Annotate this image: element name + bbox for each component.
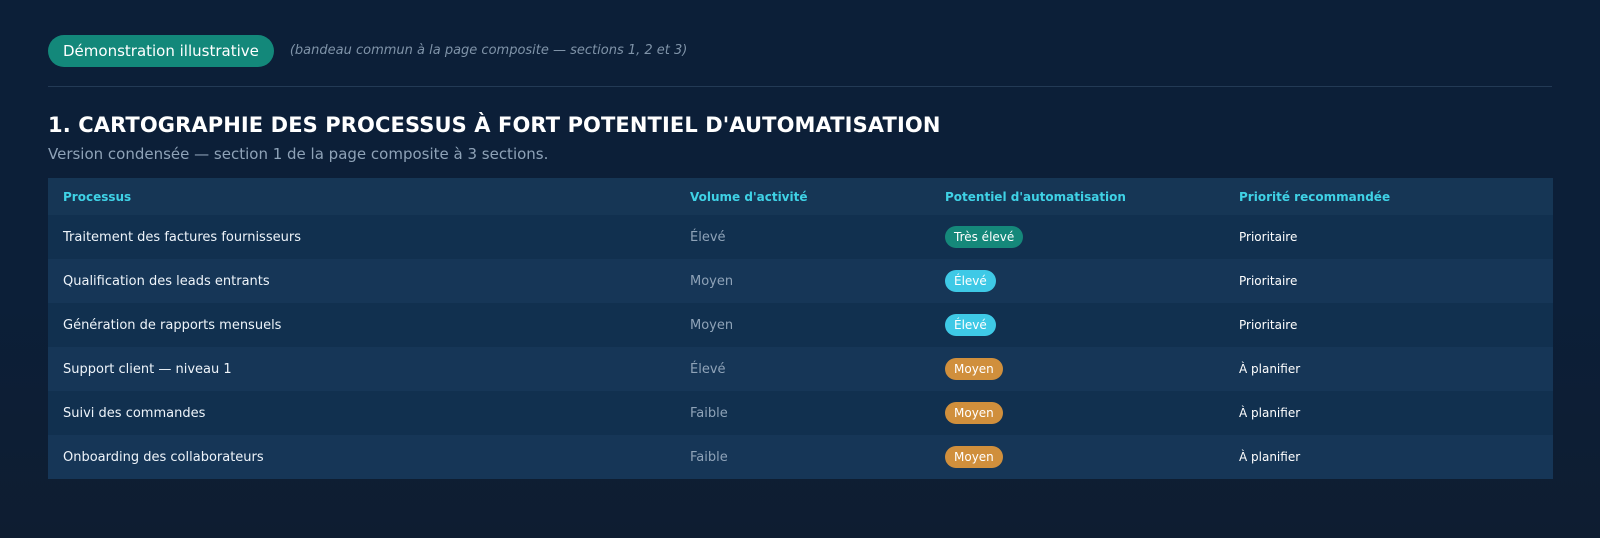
cell-potential: Moyen xyxy=(930,347,1224,391)
cell-process: Onboarding des collaborateurs xyxy=(63,449,264,465)
cell-process: Génération de rapports mensuels xyxy=(63,317,282,333)
cell-volume: Élevé xyxy=(690,229,726,245)
column-header-volume: Volume d'activité xyxy=(690,189,808,204)
potential-badge: Moyen xyxy=(945,358,1003,380)
cell-priority: À planifier xyxy=(1239,406,1301,420)
banner: Démonstration illustrative (bandeau comm… xyxy=(48,34,1552,67)
section-title: 1. CARTOGRAPHIE DES PROCESSUS À FORT POT… xyxy=(48,113,941,137)
potential-badge: Moyen xyxy=(945,446,1003,468)
cell-priority: À planifier xyxy=(1239,362,1301,376)
cell-potential: Élevé xyxy=(930,259,1224,303)
cell-process: Traitement des factures fournisseurs xyxy=(63,229,301,245)
table-row: Suivi des commandes Faible Moyen À plani… xyxy=(48,391,1553,435)
cell-volume: Moyen xyxy=(690,317,734,333)
section-subtitle: Version condensée — section 1 de la page… xyxy=(48,145,549,163)
cell-potential: Moyen xyxy=(930,391,1224,435)
cell-potential: Moyen xyxy=(930,435,1224,479)
process-table-grid: Processus Volume d'activité Potentiel d'… xyxy=(48,178,1553,479)
table-row: Support client — niveau 1 Élevé Moyen À … xyxy=(48,347,1553,391)
table-header-row: Processus Volume d'activité Potentiel d'… xyxy=(48,178,1553,215)
demo-badge: Démonstration illustrative xyxy=(48,34,274,67)
banner-note: (bandeau commun à la page composite — se… xyxy=(289,43,688,58)
cell-priority: Prioritaire xyxy=(1239,230,1298,244)
cell-volume: Moyen xyxy=(690,273,734,289)
cell-priority: Prioritaire xyxy=(1239,274,1298,288)
cell-potential: Très élevé xyxy=(930,215,1224,259)
cell-volume: Faible xyxy=(690,405,728,421)
cell-process: Suivi des commandes xyxy=(63,405,206,421)
cell-volume: Faible xyxy=(690,449,728,465)
cell-priority: À planifier xyxy=(1239,450,1301,464)
column-header-potential: Potentiel d'automatisation xyxy=(945,189,1126,204)
column-header-process: Processus xyxy=(63,189,132,204)
cell-priority: Prioritaire xyxy=(1239,318,1298,332)
table-row: Qualification des leads entrants Moyen É… xyxy=(48,259,1553,303)
cell-process: Qualification des leads entrants xyxy=(63,273,270,289)
divider xyxy=(48,86,1552,87)
table-row: Traitement des factures fournisseurs Éle… xyxy=(48,215,1553,259)
column-header-priority: Priorité recommandée xyxy=(1239,189,1391,204)
cell-potential: Élevé xyxy=(930,303,1224,347)
potential-badge: Élevé xyxy=(945,270,996,292)
table-row: Génération de rapports mensuels Moyen Él… xyxy=(48,303,1553,347)
potential-badge: Élevé xyxy=(945,314,996,336)
potential-badge: Très élevé xyxy=(945,226,1024,248)
process-table: Processus Volume d'activité Potentiel d'… xyxy=(48,178,1553,479)
cell-process: Support client — niveau 1 xyxy=(63,361,232,377)
table-row: Onboarding des collaborateurs Faible Moy… xyxy=(48,435,1553,479)
potential-badge: Moyen xyxy=(945,402,1003,424)
cell-volume: Élevé xyxy=(690,361,726,377)
page: Démonstration illustrative (bandeau comm… xyxy=(0,0,1600,538)
